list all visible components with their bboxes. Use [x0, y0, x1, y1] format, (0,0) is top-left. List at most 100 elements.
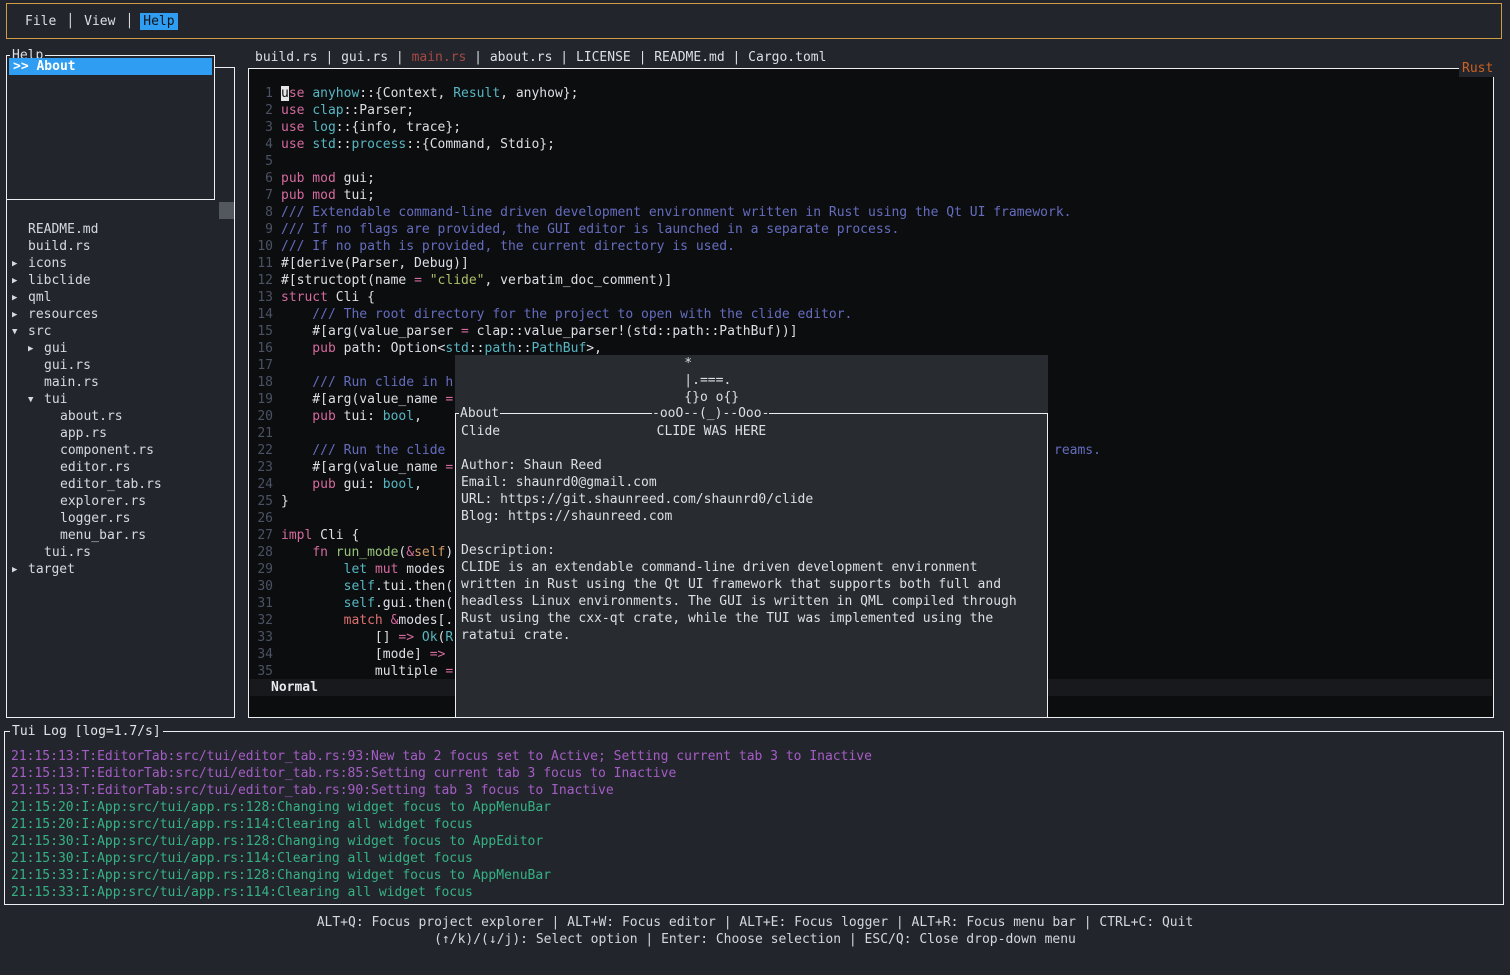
tree-item-label: main.rs [44, 374, 99, 391]
tab-readme-md[interactable]: README.md [654, 50, 724, 65]
tab-separator: | [552, 50, 575, 65]
help-bar-line1: ALT+Q: Focus project explorer | ALT+W: F… [0, 914, 1510, 931]
tree-item-label: tui [44, 391, 67, 408]
about-popup-box: About -ooO--(_)--Ooo- Clide CLIDE WAS HE… [455, 413, 1048, 718]
log-entry: 21:15:33:I:App:src/tui/app.rs:114:Cleari… [11, 884, 1501, 901]
line-number: 32 [250, 612, 273, 629]
about-popup-text-line: Blog: https://shaunreed.com [461, 508, 1045, 525]
folder-collapsed-icon: ▶ [12, 290, 17, 307]
explorer-item-tui-rs[interactable]: tui.rs [7, 544, 232, 561]
code-line: 12#[structopt(name = "clide", verbatim_d… [250, 272, 1492, 289]
code-line: 9/// If no flags are provided, the GUI e… [250, 221, 1492, 238]
menu-item-file[interactable]: File [22, 13, 59, 30]
explorer-item-menu-bar-rs[interactable]: menu_bar.rs [7, 527, 232, 544]
tree-item-label: about.rs [60, 408, 123, 425]
tree-item-label: tui.rs [44, 544, 91, 561]
menu-item-help[interactable]: Help [140, 13, 177, 30]
line-number: 33 [250, 629, 273, 646]
code-line: 14 /// The root directory for the projec… [250, 306, 1492, 323]
tree-item-label: target [28, 561, 75, 578]
explorer-item-libclide[interactable]: ▶libclide [7, 272, 232, 289]
dropdown-item-about[interactable]: >> About [9, 58, 212, 75]
tree-item-label: app.rs [60, 425, 107, 442]
tree-item-label: editor.rs [60, 459, 130, 476]
explorer-item-editor-tab-rs[interactable]: editor_tab.rs [7, 476, 232, 493]
about-popup-text-line [461, 525, 1045, 542]
log-panel-title: Tui Log [log=1.7/s] [10, 723, 163, 740]
folder-collapsed-icon: ▶ [12, 256, 17, 273]
tree-item-label: qml [28, 289, 51, 306]
explorer-item-editor-rs[interactable]: editor.rs [7, 459, 232, 476]
log-entry: 21:15:13:T:EditorTab:src/tui/editor_tab.… [11, 765, 1501, 782]
language-badge: Rust [1459, 60, 1496, 77]
explorer-item-icons[interactable]: ▶icons [7, 255, 232, 272]
tab-main-rs[interactable]: main.rs [412, 50, 467, 65]
folder-expanded-icon: ▼ [28, 392, 33, 409]
file-tree: README.mdbuild.rs▶icons▶libclide▶qml▶res… [7, 221, 232, 578]
about-popup-text-line: Clide CLIDE WAS HERE [461, 423, 1045, 440]
explorer-item-src[interactable]: ▼src [7, 323, 232, 340]
line-number: 16 [250, 340, 273, 357]
tree-item-label: build.rs [28, 238, 91, 255]
about-popup-text-line: URL: https://git.shaunreed.com/shaunrd0/… [461, 491, 1045, 508]
explorer-item-logger-rs[interactable]: logger.rs [7, 510, 232, 527]
code-line: 5 [250, 153, 1492, 170]
tree-item-label: README.md [28, 221, 98, 238]
line-number: 35 [250, 663, 273, 680]
code-line: 2use clap::Parser; [250, 102, 1492, 119]
scrollbar-thumb[interactable] [219, 202, 234, 219]
line-number: 27 [250, 527, 273, 544]
about-popup-text-line: Email: shaunrd0@gmail.com [461, 474, 1045, 491]
tree-item-label: gui [44, 340, 67, 357]
explorer-item-qml[interactable]: ▶ qml [7, 289, 232, 306]
tab-about-rs[interactable]: about.rs [490, 50, 553, 65]
code-line: 1use anyhow::{Context, Result, anyhow}; [250, 85, 1492, 102]
explorer-item-component-rs[interactable]: component.rs [7, 442, 232, 459]
about-popup-body: Clide CLIDE WAS HERE Author: Shaun ReedEm… [461, 423, 1045, 644]
tab-license[interactable]: LICENSE [576, 50, 631, 65]
explorer-item-explorer-rs[interactable]: explorer.rs [7, 493, 232, 510]
line-number: 34 [250, 646, 273, 663]
line-number: 8 [250, 204, 273, 221]
explorer-item-gui-rs[interactable]: gui.rs [7, 357, 232, 374]
line-number: 19 [250, 391, 273, 408]
tab-cargo-toml[interactable]: Cargo.toml [748, 50, 826, 65]
tree-item-label: libclide [28, 272, 91, 289]
explorer-item-target[interactable]: ▶ target [7, 561, 232, 578]
about-popup: * |.===. {}o o{} About -ooO--(_)--Ooo- C… [455, 355, 1048, 718]
menu-bar: File│View│Help [6, 3, 1502, 39]
folder-expanded-icon: ▼ [12, 324, 17, 341]
explorer-item-app-rs[interactable]: app.rs [7, 425, 232, 442]
explorer-item-main-rs[interactable]: main.rs [7, 374, 232, 391]
line-number: 29 [250, 561, 273, 578]
menu-item-view[interactable]: View [81, 13, 118, 30]
tab-gui-rs[interactable]: gui.rs [341, 50, 388, 65]
tree-item-label: logger.rs [60, 510, 130, 527]
folder-collapsed-icon: ▶ [12, 562, 17, 579]
tree-item-label: explorer.rs [60, 493, 146, 510]
line-number: 10 [250, 238, 273, 255]
tab-separator: | [388, 50, 411, 65]
line-number: 31 [250, 595, 273, 612]
line-number: 18 [250, 374, 273, 391]
tree-item-label: resources [28, 306, 98, 323]
explorer-item-about-rs[interactable]: about.rs [7, 408, 232, 425]
about-popup-text-line: Author: Shaun Reed [461, 457, 1045, 474]
explorer-item-readme-md[interactable]: README.md [7, 221, 232, 238]
line-number: 9 [250, 221, 273, 238]
tab-build-rs[interactable]: build.rs [255, 50, 318, 65]
line-number: 7 [250, 187, 273, 204]
explorer-item-gui[interactable]: ▶ gui [7, 340, 232, 357]
explorer-item-tui[interactable]: ▼ tui [7, 391, 232, 408]
explorer-item-resources[interactable]: ▶resources [7, 306, 232, 323]
tab-separator: | [466, 50, 489, 65]
help-bar-line2: (↑/k)/(↓/j): Select option | Enter: Choo… [0, 931, 1510, 948]
tree-item-label: component.rs [60, 442, 154, 459]
line-number: 1 [250, 85, 273, 102]
editor-tab-bar: build.rs | gui.rs | main.rs | about.rs |… [255, 49, 826, 66]
folder-collapsed-icon: ▶ [28, 341, 33, 358]
about-popup-text-line: headless Linux environments. The GUI is … [461, 593, 1045, 610]
code-line: 11#[derive(Parser, Debug)] [250, 255, 1492, 272]
tui-log-panel[interactable]: Tui Log [log=1.7/s] 21:15:13:T:EditorTab… [4, 731, 1504, 905]
explorer-item-build-rs[interactable]: build.rs [7, 238, 232, 255]
